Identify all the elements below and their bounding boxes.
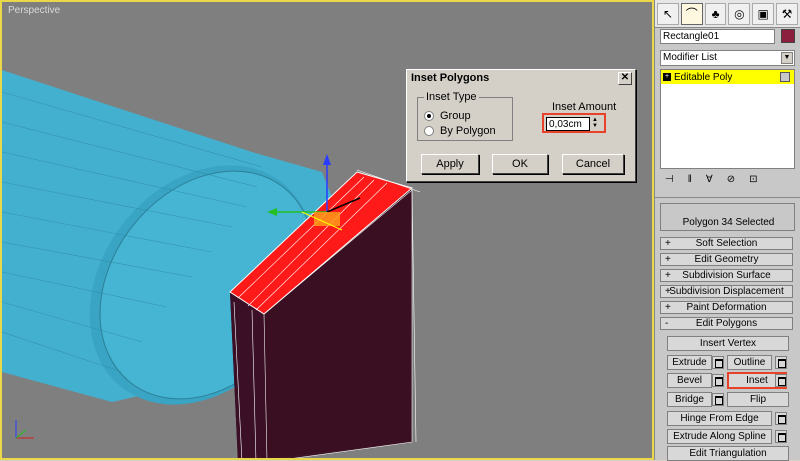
rollout-label: Subdivision Displacement bbox=[669, 286, 784, 297]
radio-by-polygon-dot[interactable] bbox=[424, 126, 434, 136]
object-color-swatch[interactable] bbox=[781, 29, 795, 43]
expand-icon[interactable]: + bbox=[663, 73, 671, 81]
bevel-settings-icon[interactable] bbox=[712, 374, 724, 387]
utilities-icon[interactable]: ⚒ bbox=[776, 3, 798, 25]
rollout-sign: + bbox=[665, 302, 671, 313]
inset-amount-label: Inset Amount bbox=[552, 101, 617, 113]
radio-by-polygon-label: By Polygon bbox=[440, 125, 496, 137]
extrude-spline-settings-icon[interactable] bbox=[775, 430, 787, 443]
rollout-label: Subdivision Surface bbox=[682, 270, 771, 281]
inset-settings-icon[interactable] bbox=[775, 374, 787, 387]
cancel-button[interactable]: Cancel bbox=[562, 154, 624, 174]
stack-item-editable-poly[interactable]: + Editable Poly bbox=[661, 70, 794, 84]
bridge-settings-icon[interactable] bbox=[712, 393, 724, 406]
axis-tripod-icon bbox=[15, 420, 34, 439]
separator bbox=[655, 197, 800, 198]
flip-button[interactable]: Flip bbox=[727, 392, 789, 407]
radio-group-option[interactable]: Group bbox=[424, 110, 471, 122]
show-end-result-icon[interactable]: ‖ bbox=[688, 174, 692, 190]
command-panel: ↖ ⌒ ♣ ◎ ▣ ⚒ Rectangle01 Modifier List ▼ … bbox=[654, 0, 800, 461]
bridge-button[interactable]: Bridge bbox=[667, 392, 712, 407]
modify-icon[interactable]: ⌒ bbox=[680, 3, 703, 25]
rollout-edit-geometry[interactable]: + Edit Geometry bbox=[660, 253, 793, 266]
radio-group-label: Group bbox=[440, 110, 471, 122]
bevel-button[interactable]: Bevel bbox=[667, 373, 712, 388]
radio-by-polygon-option[interactable]: By Polygon bbox=[424, 125, 496, 137]
rollout-paint-deformation[interactable]: + Paint Deformation bbox=[660, 301, 793, 314]
outline-settings-icon[interactable] bbox=[775, 356, 787, 369]
rollout-sign: - bbox=[665, 318, 669, 329]
rollout-label: Soft Selection bbox=[695, 238, 758, 249]
stack-item-label: Editable Poly bbox=[674, 71, 733, 83]
extrude-button[interactable]: Extrude bbox=[667, 355, 712, 370]
rollout-sign: + bbox=[665, 286, 671, 297]
stack-toolbar: ⊣ ‖ ∀ ⊘ ⊡ bbox=[660, 174, 795, 190]
inset-amount-input[interactable] bbox=[546, 117, 590, 131]
rollout-label: Edit Polygons bbox=[695, 318, 758, 329]
edit-triangulation-button[interactable]: Edit Triangulation bbox=[667, 446, 789, 461]
pin-stack-icon[interactable]: ⊣ bbox=[665, 174, 674, 190]
radio-group-dot[interactable] bbox=[424, 111, 434, 121]
command-panel-tabs: ↖ ⌒ ♣ ◎ ▣ ⚒ bbox=[655, 0, 800, 28]
extrude-along-spline-button[interactable]: Extrude Along Spline bbox=[667, 429, 772, 444]
hierarchy-icon[interactable]: ♣ bbox=[704, 3, 727, 25]
object-name-field[interactable]: Rectangle01 bbox=[660, 29, 775, 44]
remove-modifier-icon[interactable]: ⊘ bbox=[727, 174, 735, 190]
ok-button[interactable]: OK bbox=[492, 154, 548, 174]
hinge-settings-icon[interactable] bbox=[775, 412, 787, 425]
rollout-subdivision-surface[interactable]: + Subdivision Surface bbox=[660, 269, 793, 282]
rollout-sign: + bbox=[665, 238, 671, 249]
rollout-label: Edit Geometry bbox=[694, 254, 759, 265]
rollout-edit-polygons[interactable]: - Edit Polygons bbox=[660, 317, 793, 330]
inset-polygons-dialog: Inset Polygons ✕ Inset Type Group By Pol… bbox=[406, 69, 636, 182]
rollout-label: Paint Deformation bbox=[686, 302, 767, 313]
selection-status: Polygon 34 Selected bbox=[682, 217, 775, 228]
inset-amount-highlight: ▲▼ bbox=[542, 113, 606, 133]
modifier-stack: + Editable Poly bbox=[660, 69, 795, 169]
make-unique-icon[interactable]: ∀ bbox=[706, 174, 713, 190]
rollout-soft-selection[interactable]: + Soft Selection bbox=[660, 237, 793, 250]
inset-type-label: Inset Type bbox=[424, 91, 479, 103]
modifier-list-dropdown[interactable]: Modifier List ▼ bbox=[660, 50, 795, 66]
create-icon[interactable]: ↖ bbox=[657, 3, 679, 25]
inset-amount-spinner[interactable]: ▲ ▼ bbox=[590, 117, 600, 131]
insert-vertex-button[interactable]: Insert Vertex bbox=[667, 336, 789, 351]
close-icon[interactable]: ✕ bbox=[618, 72, 632, 85]
modifier-list-label: Modifier List bbox=[663, 52, 717, 63]
outline-button[interactable]: Outline bbox=[727, 355, 772, 370]
chevron-down-icon[interactable]: ▼ bbox=[781, 52, 793, 64]
rollout-sign: + bbox=[665, 270, 671, 281]
inset-type-group: Inset Type Group By Polygon bbox=[417, 91, 513, 141]
rollout-subdivision-displacement[interactable]: + Subdivision Displacement bbox=[660, 285, 793, 298]
rollout-sign: + bbox=[665, 254, 671, 265]
dialog-title: Inset Polygons bbox=[411, 72, 490, 84]
extrude-settings-icon[interactable] bbox=[712, 356, 724, 369]
apply-button[interactable]: Apply bbox=[421, 154, 479, 174]
inset-button-label: Inset bbox=[746, 375, 768, 386]
configure-sets-icon[interactable]: ⊡ bbox=[749, 174, 757, 190]
hinge-from-edge-button[interactable]: Hinge From Edge bbox=[667, 411, 772, 426]
selection-rollout: Polygon 34 Selected bbox=[660, 203, 795, 231]
motion-icon[interactable]: ◎ bbox=[728, 3, 751, 25]
display-icon[interactable]: ▣ bbox=[752, 3, 775, 25]
stack-item-toggle-icon[interactable] bbox=[780, 72, 790, 82]
dialog-title-bar[interactable]: Inset Polygons ✕ bbox=[407, 70, 635, 87]
